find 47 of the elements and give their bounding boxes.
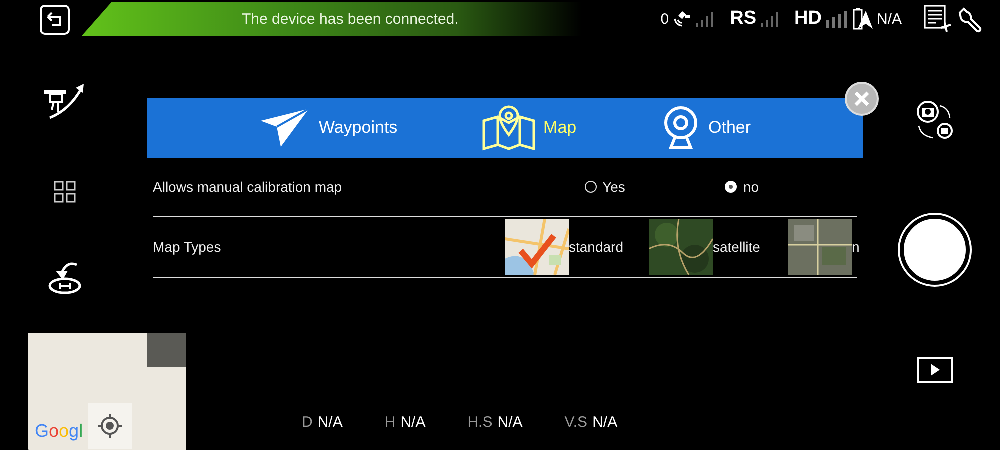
flight-log-icon[interactable] xyxy=(923,4,953,34)
telemetry-label: V.S xyxy=(564,414,588,431)
shutter-button[interactable] xyxy=(900,214,970,284)
setting-label: Map Types xyxy=(153,239,222,255)
back-arrow-icon xyxy=(46,12,64,28)
telemetry-label: H xyxy=(384,414,396,431)
close-icon xyxy=(854,91,870,107)
map-type-option[interactable]: standard xyxy=(505,219,649,275)
rc-label: RS xyxy=(730,8,757,30)
radio-option[interactable]: Yes xyxy=(584,179,626,195)
map-type-label: standard xyxy=(569,239,624,255)
grid-icon[interactable] xyxy=(53,180,77,204)
telemetry-label: D xyxy=(302,414,313,431)
map-type-option[interactable]: satellite xyxy=(649,219,788,275)
map-tile xyxy=(147,333,186,367)
map-type-label: satellite xyxy=(713,239,760,255)
paper-plane-icon xyxy=(258,107,311,149)
telemetry-value: N/A xyxy=(498,414,523,431)
telemetry-value: N/A xyxy=(400,414,426,431)
map-attribution: Googl xyxy=(35,421,84,442)
setting-label: Allows manual calibration map xyxy=(153,179,342,195)
locate-icon xyxy=(97,413,123,439)
map-pin-icon xyxy=(482,105,536,151)
tab[interactable]: Map xyxy=(476,98,583,158)
satellite-count: 0 xyxy=(660,10,670,28)
settings-icon[interactable] xyxy=(956,5,984,33)
telemetry-label: H.S xyxy=(468,414,493,431)
radio-option[interactable]: no xyxy=(725,179,759,195)
telemetry-value: N/A xyxy=(592,414,618,431)
tab[interactable]: Waypoints xyxy=(252,98,404,158)
tab[interactable]: Other xyxy=(654,98,758,158)
battery-navigation-icon xyxy=(852,7,874,31)
hd-label: HD xyxy=(794,8,822,30)
close-button[interactable] xyxy=(845,82,879,116)
checkmark-icon xyxy=(517,233,557,269)
back-button[interactable] xyxy=(40,5,70,35)
signal-bars-icon xyxy=(824,10,849,28)
playback-icon[interactable] xyxy=(917,357,953,383)
map-type-label: n xyxy=(852,239,860,255)
signal-bars-icon xyxy=(695,11,714,27)
signal-bars-icon xyxy=(760,11,778,27)
satellite-icon xyxy=(672,9,692,29)
banner-text: The device has been connected. xyxy=(242,10,459,28)
telemetry-value: N/A xyxy=(318,414,343,431)
locate-button[interactable] xyxy=(88,403,132,449)
battery-reading: N/A xyxy=(876,10,902,28)
map-type-option[interactable]: n xyxy=(788,219,860,275)
